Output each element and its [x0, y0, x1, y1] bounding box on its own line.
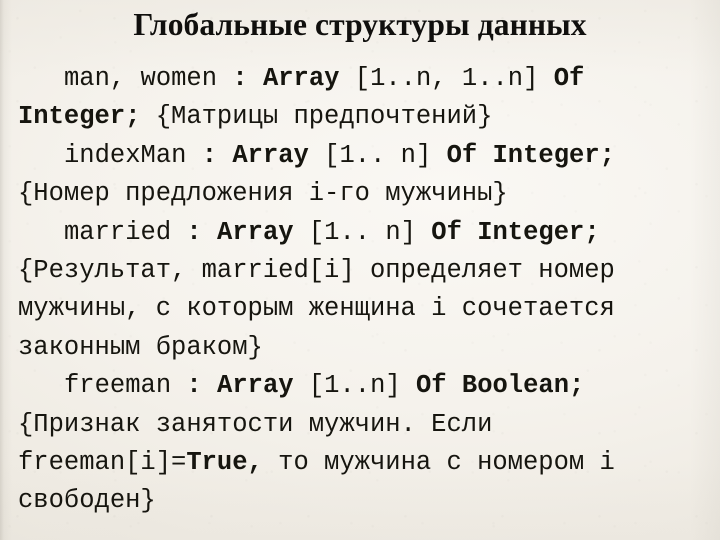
declaration-range: [1..n, 1..n]	[339, 64, 554, 93]
declaration-man-women: man, women : Array [1..n, 1..n] Of Integ…	[18, 60, 702, 137]
declaration-separator: :	[186, 140, 233, 170]
type-keyword-array: Array	[262, 64, 340, 93]
slide-canvas: Глобальные структуры данных man, women :…	[0, 0, 720, 540]
declaration-range: [1.. n]	[293, 217, 432, 247]
declaration-comment-bold-value: True,	[186, 448, 263, 478]
declaration-married: married : Array [1.. n] Of Integer; {Рез…	[18, 214, 702, 368]
of-type-keyword: Of Boolean;	[415, 371, 585, 401]
declaration-comment: {Номер предложения i-го мужчины}	[18, 179, 508, 209]
declaration-name: indexMan	[64, 140, 187, 170]
type-keyword-array: Array	[217, 217, 294, 247]
declaration-indexman: indexMan : Array [1.. n] Of Integer; {Но…	[18, 137, 702, 214]
declaration-freeman: freeman : Array [1..n] Of Boolean; {Приз…	[18, 367, 702, 521]
declaration-separator: :	[171, 371, 218, 401]
declaration-comment: {Матрицы предпочтений}	[140, 102, 493, 132]
type-keyword-array: Array	[232, 140, 309, 170]
of-type-keyword: Of Integer;	[446, 140, 615, 170]
page-title: Глобальные структуры данных	[133, 7, 587, 42]
declaration-range: [1.. n]	[308, 140, 447, 170]
declaration-range: [1..n]	[293, 371, 416, 401]
declaration-comment: {Результат, married[i] определяет номер …	[18, 256, 615, 362]
declaration-name: freeman	[64, 371, 172, 401]
declaration-name: married	[64, 217, 172, 247]
declaration-separator: :	[171, 217, 218, 247]
declarations-list: man, women : Array [1..n, 1..n] Of Integ…	[18, 60, 702, 521]
of-type-keyword: Of Integer;	[431, 217, 600, 247]
declaration-separator: :	[217, 64, 263, 93]
declaration-name: man, women	[64, 64, 218, 93]
type-keyword-array: Array	[217, 371, 294, 401]
